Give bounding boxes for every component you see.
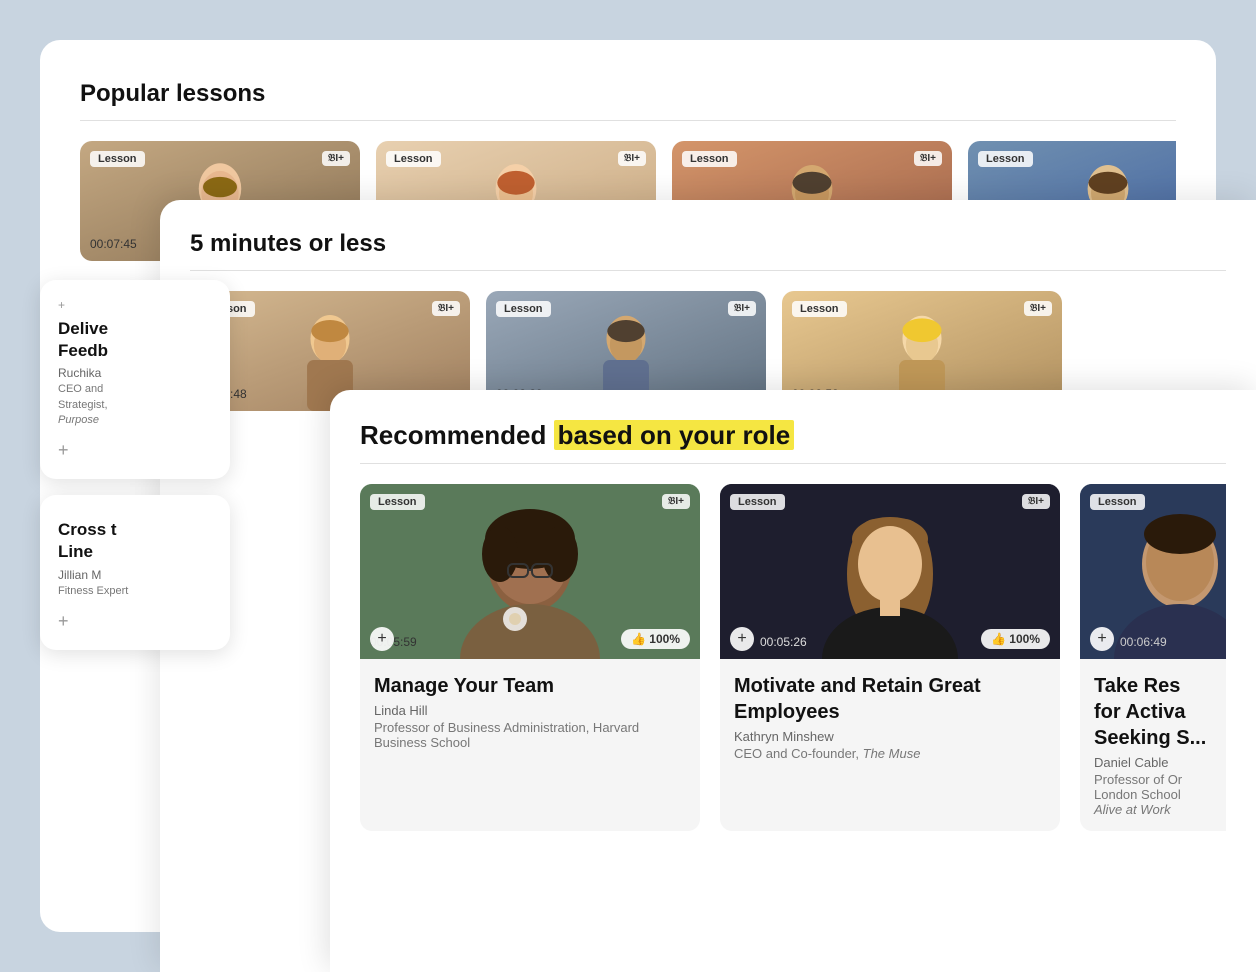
side-card-2-title: Cross tLine xyxy=(58,519,212,563)
rec-thumb-motivate: Lesson 𝔅I+ 00:05:26 + 👍 100% xyxy=(720,484,1060,659)
five-min-title: 5 minutes or less xyxy=(190,230,1226,258)
rec-thumb-responsibility: Lesson 00:06:49 + xyxy=(1080,484,1226,659)
rec-duration-responsibility: 00:06:49 xyxy=(1120,635,1167,649)
left-sidebar: + DeliveFeedb Ruchika CEO andStrategist,… xyxy=(40,280,230,666)
rec-badge-motivate: Lesson xyxy=(730,494,785,510)
side-card-1-title: DeliveFeedb xyxy=(58,318,212,362)
five-min-divider xyxy=(190,270,1226,271)
rec-title-manage: Manage Your Team xyxy=(374,673,686,699)
rec-cards-row: Lesson 𝔅I+ 00:05:59 + 👍 100% Manage Your… xyxy=(360,484,1226,831)
lesson-badge-4: Lesson xyxy=(978,151,1033,167)
side-card-2-add[interactable]: + xyxy=(58,611,212,632)
rec-add-responsibility[interactable]: + xyxy=(1090,627,1114,651)
rec-add-manage[interactable]: + xyxy=(370,627,394,651)
popular-divider xyxy=(80,120,1176,121)
side-card-2-role: Fitness Expert xyxy=(58,584,212,599)
rec-bit-motivate: 𝔅I+ xyxy=(1022,494,1050,509)
five-min-badge-3: Lesson xyxy=(792,301,847,317)
side-card-1-add[interactable]: + xyxy=(58,440,212,461)
five-min-bit-3: 𝔅I+ xyxy=(1024,301,1052,316)
rec-duration-motivate: 00:05:26 xyxy=(760,635,807,649)
bit-badge-2: 𝔅I+ xyxy=(618,151,646,166)
lesson-duration-1: 00:07:45 xyxy=(90,237,137,251)
rec-author-responsibility: Daniel Cable xyxy=(1094,755,1226,770)
rec-title-motivate: Motivate and Retain Great Employees xyxy=(734,673,1046,725)
side-card-2[interactable]: Cross tLine Jillian M Fitness Expert + xyxy=(40,495,230,650)
bit-badge-3: 𝔅I+ xyxy=(914,151,942,166)
lesson-badge-3: Lesson xyxy=(682,151,737,167)
lesson-badge-2: Lesson xyxy=(386,151,441,167)
side-card-1[interactable]: + DeliveFeedb Ruchika CEO andStrategist,… xyxy=(40,280,230,479)
rec-completion-motivate: 👍 100% xyxy=(981,629,1050,649)
rec-card-manage-team[interactable]: Lesson 𝔅I+ 00:05:59 + 👍 100% Manage Your… xyxy=(360,484,700,831)
front-panel: Recommended based on your role xyxy=(330,390,1256,972)
rec-divider xyxy=(360,463,1226,464)
bit-badge-1: 𝔅I+ xyxy=(322,151,350,166)
rec-role-motivate: CEO and Co-founder, The Muse xyxy=(734,746,1046,761)
rec-title-responsibility: Take Resfor ActivaSeeking S... xyxy=(1094,673,1226,751)
rec-title-part1: Recommended xyxy=(360,420,554,450)
popular-lessons-title: Popular lessons xyxy=(80,80,1176,108)
rec-info-motivate: Motivate and Retain Great Employees Kath… xyxy=(720,659,1060,775)
recommended-title: Recommended based on your role xyxy=(360,420,1226,451)
rec-card-responsibility[interactable]: Lesson 00:06:49 + Take Resfor ActivaSeek… xyxy=(1080,484,1226,831)
rec-role-manage: Professor of Business Administration, Ha… xyxy=(374,720,686,750)
rec-author-motivate: Kathryn Minshew xyxy=(734,729,1046,744)
five-min-badge-2: Lesson xyxy=(496,301,551,317)
five-min-bit-2: 𝔅I+ xyxy=(728,301,756,316)
rec-title-highlight: based on your role xyxy=(554,420,795,450)
side-card-2-author: Jillian M xyxy=(58,568,212,582)
lesson-badge-1: Lesson xyxy=(90,151,145,167)
side-card-1-author: Ruchika xyxy=(58,366,212,380)
rec-author-manage: Linda Hill xyxy=(374,703,686,718)
rec-badge-manage: Lesson xyxy=(370,494,425,510)
rec-info-manage: Manage Your Team Linda Hill Professor of… xyxy=(360,659,700,764)
rec-info-responsibility: Take Resfor ActivaSeeking S... Daniel Ca… xyxy=(1080,659,1226,831)
five-min-bit-1: 𝔅I+ xyxy=(432,301,460,316)
rec-bit-manage: 𝔅I+ xyxy=(662,494,690,509)
rec-thumb-manage: Lesson 𝔅I+ 00:05:59 + 👍 100% xyxy=(360,484,700,659)
rec-add-motivate[interactable]: + xyxy=(730,627,754,651)
side-card-1-role: CEO andStrategist,Purpose xyxy=(58,382,212,428)
rec-card-motivate[interactable]: Lesson 𝔅I+ 00:05:26 + 👍 100% Motivate an… xyxy=(720,484,1060,831)
rec-completion-manage: 👍 100% xyxy=(621,629,690,649)
rec-badge-responsibility: Lesson xyxy=(1090,494,1145,510)
rec-role-responsibility: Professor of OrLondon SchoolAlive at Wor… xyxy=(1094,772,1226,817)
